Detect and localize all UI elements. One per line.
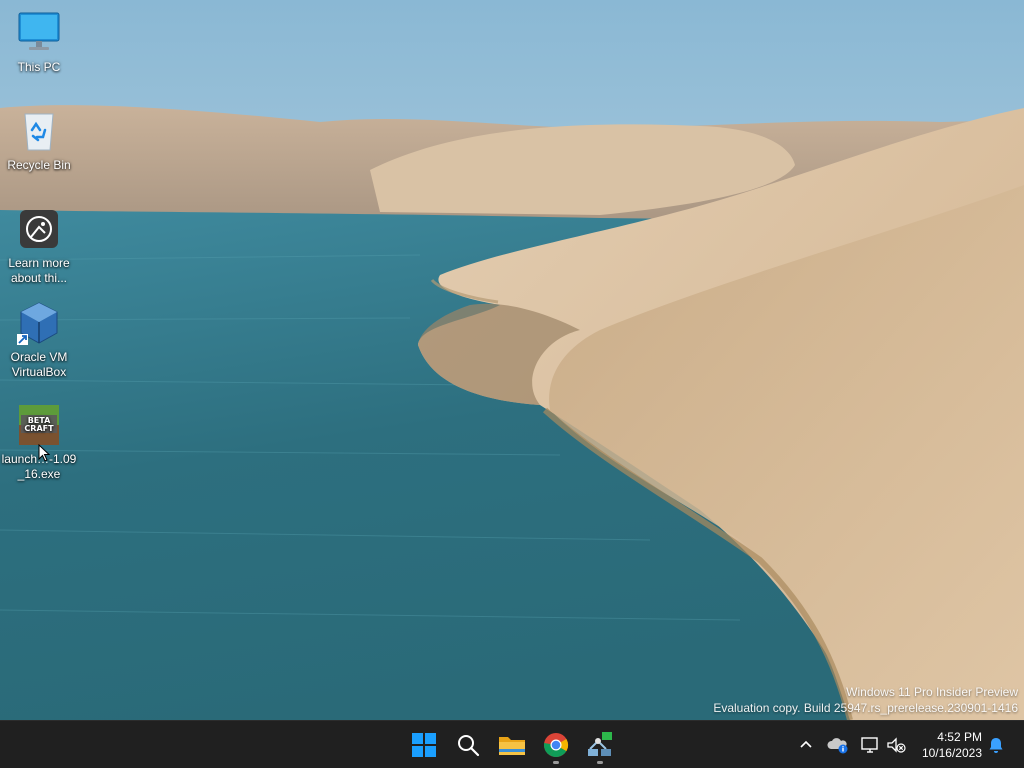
start-button[interactable] (404, 725, 444, 765)
betacraft-icon: BETA CRAFT (16, 402, 62, 448)
clock-time: 4:52 PM (937, 730, 982, 744)
notifications-button[interactable] (984, 733, 1008, 757)
desktop-icon-label: This PC (17, 60, 61, 74)
desktop-icon-virtualbox[interactable]: Oracle VM VirtualBox (0, 300, 78, 380)
desktop-icon-betacraft-launcher[interactable]: BETA CRAFT launch…-1.09 _16.exe (0, 402, 78, 482)
network-app-button[interactable] (580, 725, 620, 765)
display-icon (861, 737, 878, 753)
mouse-cursor-icon (38, 444, 50, 462)
windows-start-icon (412, 733, 436, 757)
onedrive-tray-button[interactable] (826, 733, 850, 757)
running-indicator (597, 761, 603, 764)
clock-button[interactable]: 4:52 PM 10/16/2023 (922, 729, 982, 761)
chrome-button[interactable] (536, 725, 576, 765)
show-hidden-icons-button[interactable] (794, 733, 818, 757)
evaluation-watermark: Windows 11 Pro Insider Preview Evaluatio… (713, 684, 1018, 716)
desktop-icon-label: Learn more about thi... (8, 256, 70, 285)
volume-tray-button[interactable] (884, 733, 908, 757)
bell-icon (989, 738, 1003, 753)
onedrive-icon (827, 738, 848, 754)
watermark-edition: Windows 11 Pro Insider Preview (846, 685, 1018, 699)
network-display-tray-button[interactable] (858, 733, 882, 757)
watermark-build: Evaluation copy. Build 25947.rs_prerelea… (713, 701, 1018, 715)
desktop-icon-label: Recycle Bin (7, 158, 71, 172)
desktop-icon-learn-more[interactable]: Learn more about thi... (0, 206, 78, 286)
running-indicator (553, 761, 559, 764)
taskbar: 4:52 PM 10/16/2023 (0, 720, 1024, 768)
desktop-icon-this-pc[interactable]: This PC (0, 10, 78, 75)
desktop-icon-label: Oracle VM VirtualBox (10, 350, 68, 379)
chrome-icon (544, 733, 569, 758)
desktop-icon-recycle-bin[interactable]: Recycle Bin (0, 108, 78, 173)
search-button[interactable] (448, 725, 488, 765)
folder-icon (499, 737, 525, 755)
monitor-icon (16, 10, 62, 56)
learn-more-icon (16, 206, 62, 252)
desktop-wallpaper (0, 0, 1024, 720)
svg-text:CRAFT: CRAFT (24, 424, 54, 433)
virtualbox-icon (16, 300, 62, 346)
recycle-bin-icon (16, 108, 62, 154)
network-app-icon (588, 732, 612, 756)
speaker-muted-icon (887, 737, 906, 753)
file-explorer-button[interactable] (492, 725, 532, 765)
search-icon (458, 735, 480, 757)
chevron-up-icon (800, 740, 812, 748)
clock-date: 10/16/2023 (921, 746, 982, 760)
